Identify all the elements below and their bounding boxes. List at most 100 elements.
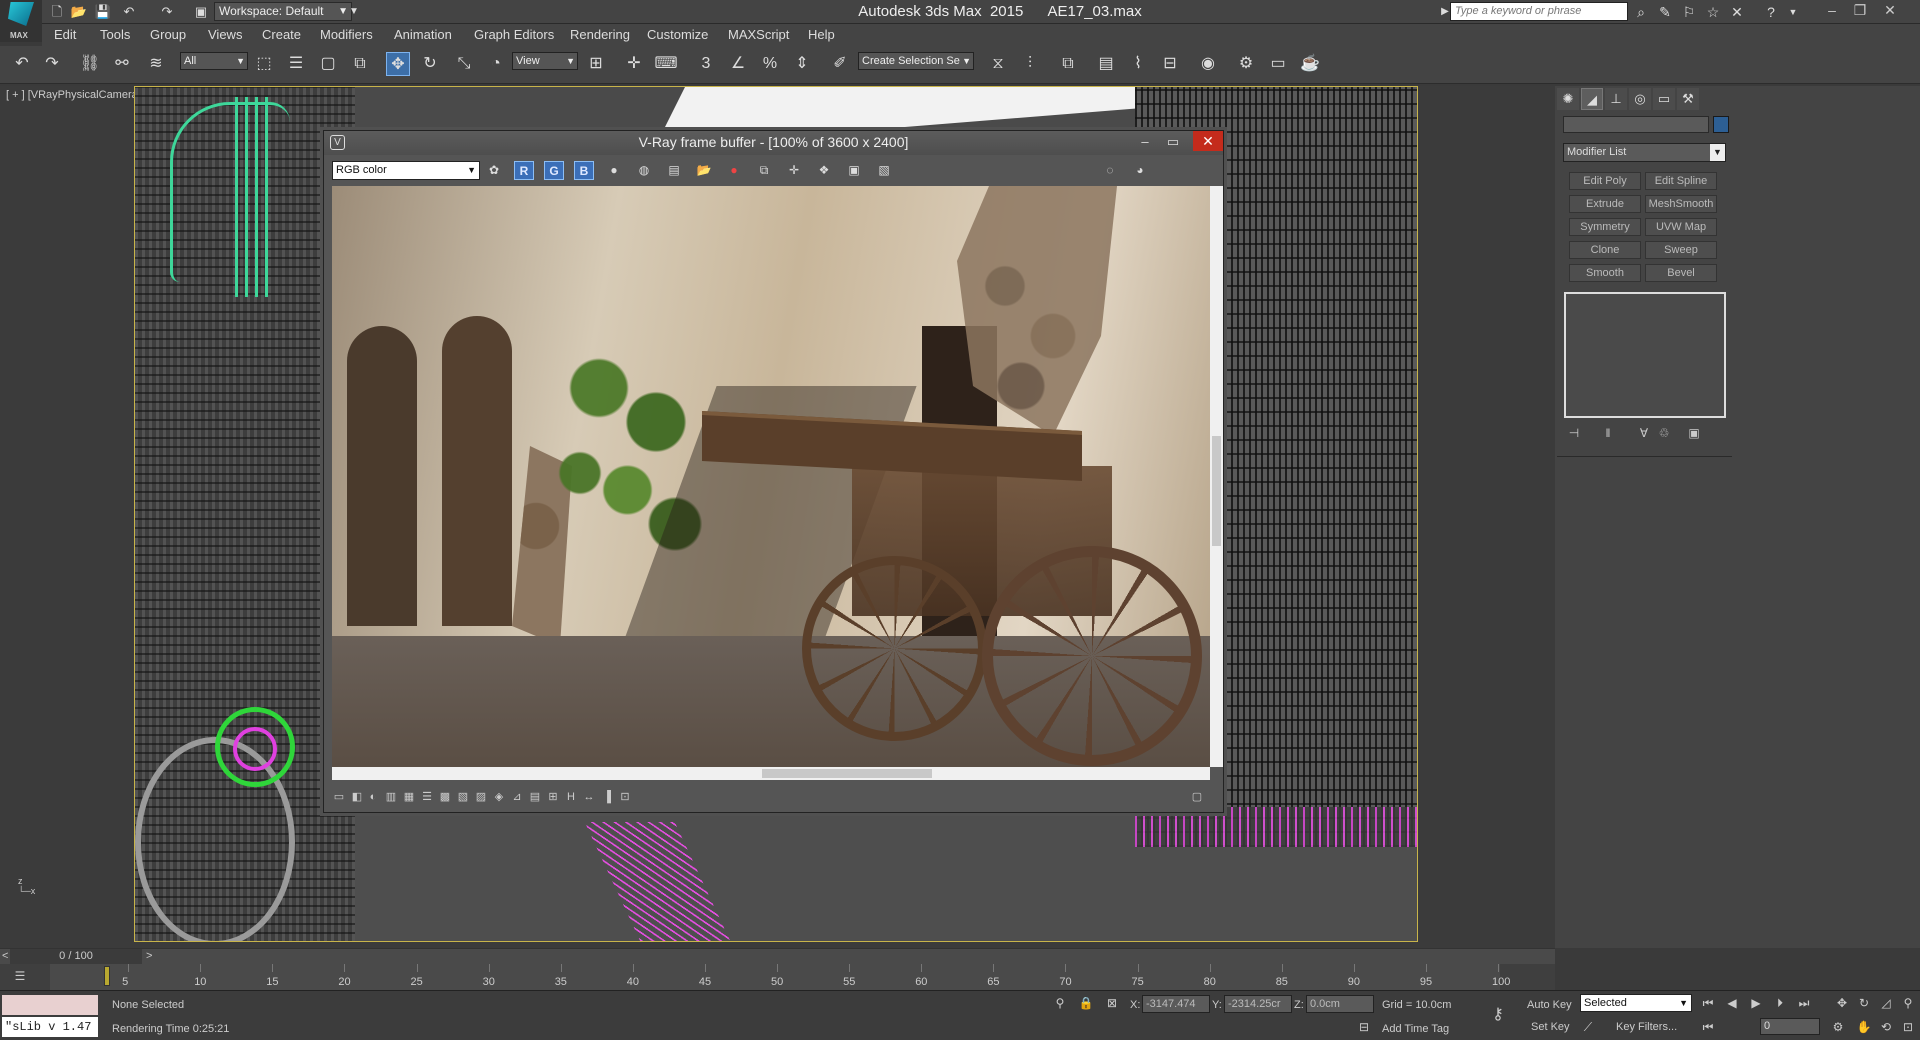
vfb-close-button[interactable]: ✕ bbox=[1193, 131, 1223, 151]
window-crossing-icon[interactable]: ⧉ bbox=[348, 52, 372, 76]
mirror-icon[interactable]: ⧖ bbox=[986, 52, 1010, 76]
layer-manager-icon[interactable]: ⧉ bbox=[1056, 52, 1080, 76]
time-slider-next-icon[interactable]: > bbox=[146, 950, 152, 962]
menu-views[interactable]: Views bbox=[208, 27, 242, 42]
duplicate-to-max-icon[interactable]: ⧉ bbox=[754, 161, 774, 180]
select-object-icon[interactable]: ⬚ bbox=[252, 52, 276, 76]
key-filters-button[interactable]: Key Filters... bbox=[1616, 1021, 1677, 1033]
make-unique-icon[interactable]: ∀ bbox=[1635, 426, 1653, 442]
render-setup-icon[interactable]: ⚙ bbox=[1234, 52, 1258, 76]
align-icon[interactable]: ⫶ bbox=[1018, 52, 1042, 76]
vertical-scrollbar[interactable] bbox=[1210, 186, 1223, 767]
load-image-icon[interactable]: 📂 bbox=[694, 161, 714, 180]
undo-quick-icon[interactable]: ↶ bbox=[120, 3, 138, 20]
track-bar[interactable]: 5 10 15 20 25 30 35 40 45 50 55 60 65 70 75 80 85 90 95 100 bbox=[50, 964, 1510, 990]
previous-frame-icon[interactable]: ◀ bbox=[1724, 995, 1740, 1011]
maxscript-output[interactable]: "sLib v 1.47 bbox=[2, 1017, 98, 1037]
select-and-manipulate-icon[interactable]: ✛ bbox=[622, 52, 646, 76]
modifier-list-dropdown[interactable]: Modifier List ▼ bbox=[1563, 143, 1726, 162]
key-icon[interactable]: ⚷ bbox=[1490, 1007, 1506, 1023]
isolate-selection-icon[interactable]: ⚲ bbox=[1052, 995, 1068, 1011]
stop-render-icon[interactable]: ◕ bbox=[1130, 161, 1150, 180]
redo-quick-icon[interactable]: ↷ bbox=[158, 3, 176, 20]
menu-edit[interactable]: Edit bbox=[54, 27, 76, 42]
ocio-icon[interactable]: ⊿ bbox=[510, 790, 524, 804]
create-tab-icon[interactable]: ✺ bbox=[1557, 88, 1579, 110]
menu-graph-editors[interactable]: Graph Editors bbox=[474, 27, 554, 42]
curve-editor-icon[interactable]: ⌇ bbox=[1126, 52, 1150, 76]
meshsmooth-button[interactable]: MeshSmooth bbox=[1645, 195, 1717, 213]
select-and-rotate-icon[interactable]: ↻ bbox=[418, 52, 442, 76]
lens-effects-icon[interactable]: ▢ bbox=[1190, 790, 1204, 804]
edit-poly-button[interactable]: Edit Poly bbox=[1569, 172, 1641, 190]
viewport-label[interactable]: [ + ] [VRayPhysicalCamera bbox=[6, 89, 138, 101]
icc-profile-icon[interactable]: ◈ bbox=[492, 790, 506, 804]
select-and-move-icon[interactable]: ✥ bbox=[386, 52, 410, 76]
color-picker-icon[interactable]: ✿ bbox=[484, 161, 504, 180]
red-channel-button[interactable]: R bbox=[514, 161, 534, 180]
time-configuration-icon[interactable]: ⚙ bbox=[1830, 1019, 1846, 1035]
background-image-icon[interactable]: ▧ bbox=[456, 790, 470, 804]
bind-to-space-warp-icon[interactable]: ≋ bbox=[144, 52, 168, 76]
show-history-icon[interactable]: ▣ bbox=[844, 161, 864, 180]
pivot-center-icon[interactable]: ⊞ bbox=[584, 52, 608, 76]
current-frame-field[interactable]: 0 bbox=[1760, 1018, 1820, 1035]
default-in-out-tangent-icon[interactable]: ⟋ bbox=[1580, 1019, 1596, 1035]
named-selection-sets-dropdown[interactable]: Create Selection Se ▼ bbox=[858, 52, 974, 70]
object-name-field[interactable] bbox=[1563, 116, 1709, 133]
exposure-icon[interactable]: ◧ bbox=[350, 790, 364, 804]
rendered-image[interactable] bbox=[332, 186, 1210, 767]
edit-named-selection-icon[interactable]: ✐ bbox=[828, 52, 852, 76]
angle-snap-icon[interactable]: ∠ bbox=[726, 52, 750, 76]
uvw-map-button[interactable]: UVW Map bbox=[1645, 218, 1717, 236]
mini-curve-editor-icon[interactable]: ☰ bbox=[12, 968, 28, 984]
lookup-table-icon[interactable]: ▨ bbox=[474, 790, 488, 804]
close-button[interactable]: ✕ bbox=[1876, 0, 1904, 20]
go-to-start-icon[interactable]: ⏮ bbox=[1700, 995, 1716, 1011]
auto-key-button[interactable]: Auto Key bbox=[1527, 999, 1572, 1011]
select-and-place-icon[interactable]: ◔ bbox=[484, 52, 508, 76]
select-and-link-icon[interactable]: ⛓ bbox=[78, 52, 102, 76]
add-time-tag-button[interactable]: Add Time Tag bbox=[1382, 1023, 1449, 1035]
bevel-button[interactable]: Bevel bbox=[1645, 264, 1717, 282]
utilities-tab-icon[interactable]: ⚒ bbox=[1677, 88, 1699, 110]
pan-view-icon[interactable]: ✥ bbox=[1834, 995, 1850, 1011]
clear-image-icon[interactable]: ● bbox=[724, 161, 744, 180]
snaps-toggle-icon[interactable]: 3 bbox=[694, 52, 718, 76]
roll-camera-icon[interactable]: ⟲ bbox=[1878, 1019, 1894, 1035]
vfb-minimize-button[interactable]: – bbox=[1132, 131, 1158, 153]
menu-group[interactable]: Group bbox=[150, 27, 186, 42]
symmetry-button[interactable]: Symmetry bbox=[1569, 218, 1641, 236]
time-slider[interactable]: 0 / 100 bbox=[10, 949, 142, 964]
walk-through-icon[interactable]: ⚲ bbox=[1900, 995, 1916, 1011]
hierarchy-tab-icon[interactable]: ⊥ bbox=[1605, 88, 1627, 110]
white-balance-icon[interactable]: ◐ bbox=[366, 790, 380, 804]
keyboard-shortcut-override-icon[interactable]: ⌨ bbox=[654, 52, 678, 76]
select-and-scale-icon[interactable]: ⤡ bbox=[452, 52, 476, 76]
clone-button[interactable]: Clone bbox=[1569, 241, 1641, 259]
menu-maxscript[interactable]: MAXScript bbox=[728, 27, 789, 42]
help-dropdown-icon[interactable]: ▼ bbox=[1784, 3, 1802, 21]
compare-ab-icon[interactable]: ▐ bbox=[600, 790, 614, 804]
menu-modifiers[interactable]: Modifiers bbox=[320, 27, 373, 42]
extrude-button[interactable]: Extrude bbox=[1569, 195, 1641, 213]
maximize-viewport-icon[interactable]: ⊡ bbox=[1900, 1019, 1916, 1035]
truck-camera-icon[interactable]: ✋ bbox=[1856, 1019, 1872, 1035]
absolute-mode-icon[interactable]: ⊠ bbox=[1104, 995, 1120, 1011]
object-color-swatch[interactable] bbox=[1713, 116, 1729, 133]
hue-saturation-icon[interactable]: ▥ bbox=[384, 790, 398, 804]
percent-snap-icon[interactable]: % bbox=[758, 52, 782, 76]
motion-tab-icon[interactable]: ◎ bbox=[1629, 88, 1651, 110]
x-coordinate-field[interactable]: -3147.474 bbox=[1142, 995, 1210, 1013]
display-tab-icon[interactable]: ▭ bbox=[1653, 88, 1675, 110]
timeline[interactable]: ☰ 5 10 15 20 25 30 35 40 45 50 55 60 65 70 75 80 85 90 95 1… bbox=[0, 964, 1555, 990]
rectangular-selection-icon[interactable]: ▢ bbox=[316, 52, 340, 76]
spinner-snap-icon[interactable]: ⇕ bbox=[790, 52, 814, 76]
remove-modifier-icon[interactable]: ♲ bbox=[1655, 426, 1673, 442]
application-logo[interactable]: MAX bbox=[0, 0, 42, 42]
vfb-title-bar[interactable]: V V-Ray frame buffer - [100% of 3600 x 2… bbox=[324, 131, 1223, 155]
region-render-icon[interactable]: ❖ bbox=[814, 161, 834, 180]
orbit-icon[interactable]: ↻ bbox=[1856, 995, 1872, 1011]
frame-indicator[interactable] bbox=[104, 966, 110, 986]
menu-customize[interactable]: Customize bbox=[647, 27, 708, 42]
